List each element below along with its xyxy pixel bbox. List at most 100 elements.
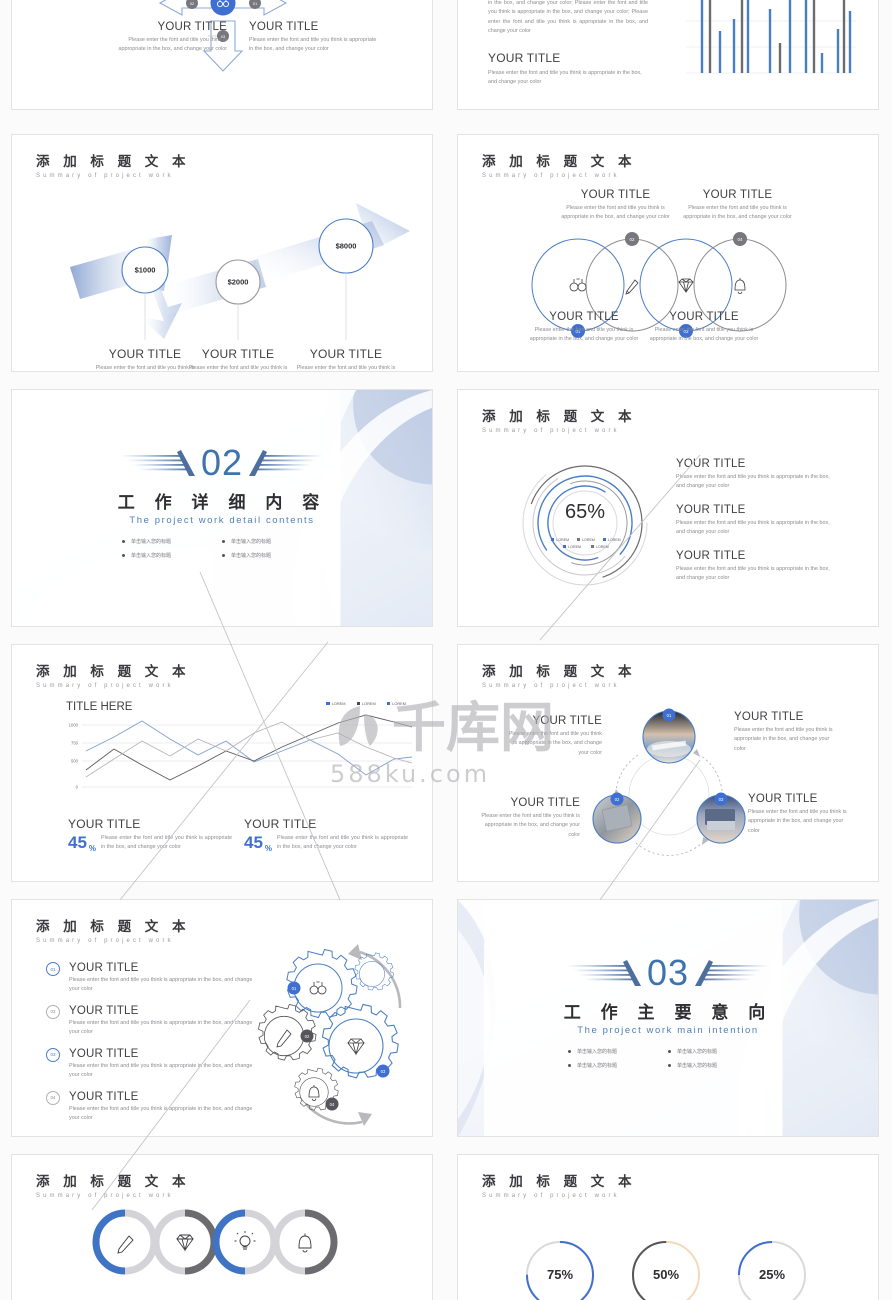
legend-item: LOREM bbox=[356, 701, 376, 706]
ring-bell bbox=[272, 1209, 338, 1275]
bullet-label: 单击输入您的标题 bbox=[131, 553, 172, 559]
circle-badge-04: 04 bbox=[733, 232, 747, 246]
slide-bar-chart[interactable]: in the box, and change your color; Pleas… bbox=[457, 0, 879, 110]
bullet-item: 单击输入您的标题 bbox=[568, 1062, 668, 1069]
list-number-badge: 03 bbox=[46, 1047, 60, 1062]
gear-badge-01: 01 bbox=[287, 981, 301, 995]
gear-list-item[interactable]: 01 YOUR TITLE Please enter the font and … bbox=[46, 962, 261, 995]
bullet-dot-icon bbox=[668, 1050, 671, 1053]
step-title-3: YOUR TITLE bbox=[309, 347, 383, 361]
legend-swatch bbox=[577, 538, 581, 541]
stat-value-2: 45 bbox=[244, 833, 263, 852]
line-chart: 1000 750 500 0 bbox=[69, 714, 413, 790]
legend-item: LOREM bbox=[602, 538, 621, 542]
slide-line-chart[interactable]: 添 加 标 题 文 本 Summary of project work TITL… bbox=[11, 644, 433, 882]
arrow-title-left: YOUR TITLE bbox=[157, 21, 227, 33]
slide-arrows-cross[interactable]: 02 01 03 YOUR TITLE Please enter the fon… bbox=[11, 0, 433, 110]
bullet-item: 单击输入您的标题 bbox=[222, 538, 322, 545]
bullet-item: 单击输入您的标题 bbox=[122, 538, 222, 545]
concentric-rings-chart: 65% bbox=[522, 460, 648, 586]
slide-header: 添 加 标 题 文 本 Summary of project work bbox=[36, 664, 190, 688]
overlap-body-4: Please enter the font and title you thin… bbox=[649, 327, 759, 343]
photo-body-3: Please enter the font and title you thin… bbox=[481, 813, 580, 838]
bullet-label: 单击输入您的标题 bbox=[577, 1049, 618, 1055]
arrow-body-left: Please enter the font and title you thin… bbox=[118, 37, 227, 53]
slide-gears[interactable]: 添 加 标 题 文 本 Summary of project work 01 Y… bbox=[11, 899, 433, 1137]
divider-content: 02 工 作 详 细 内 容 The project work detail c… bbox=[12, 442, 432, 559]
step-value-1: $1000 bbox=[135, 266, 156, 275]
gear-badge-02: 02 bbox=[300, 1029, 314, 1043]
step-value-3: $8000 bbox=[336, 242, 357, 251]
section-title-cn: 工 作 主 要 意 向 bbox=[563, 1003, 773, 1023]
photo-badge-03: 03 bbox=[714, 792, 728, 806]
svg-text:02: 02 bbox=[615, 797, 620, 802]
gear-item-title: YOUR TITLE bbox=[69, 1047, 139, 1060]
photo-title-1: YOUR TITLE bbox=[532, 715, 602, 727]
legend-item: LOREM bbox=[591, 545, 609, 549]
slide-step-arrow[interactable]: 添 加 标 题 文 本 Summary of project work $100… bbox=[11, 134, 433, 372]
donut-legend: LOREM LOREM LOREM LOREM LOREM bbox=[536, 538, 636, 549]
slide-donut-65[interactable]: 添 加 标 题 文 本 Summary of project work 65% … bbox=[457, 389, 879, 627]
chart-title: TITLE HERE bbox=[66, 701, 133, 713]
photo-title-2: YOUR TITLE bbox=[734, 711, 804, 723]
bullet-dot-icon bbox=[222, 540, 225, 543]
svg-text:01: 01 bbox=[253, 1, 258, 6]
section-number: 02 bbox=[200, 442, 244, 483]
gear-list-item[interactable]: 04 YOUR TITLE Please enter the font and … bbox=[46, 1090, 261, 1124]
slide-header: 添 加 标 题 文 本 Summary of project work bbox=[36, 919, 190, 943]
photo-body-4: Please enter the font and title you thin… bbox=[748, 809, 847, 834]
overlap-title-1: YOUR TITLE bbox=[580, 189, 651, 201]
slide-progress-rings[interactable]: 添 加 标 题 文 本 Summary of project work 75% … bbox=[457, 1154, 879, 1300]
overlap-body-1: Please enter the font and title you thin… bbox=[561, 205, 670, 221]
arrow-body-right: Please enter the font and title you thin… bbox=[249, 37, 377, 53]
stat-unit-1: % bbox=[88, 843, 97, 853]
progress-rings-chart: 75% 50% 25% bbox=[526, 1241, 806, 1300]
slide-title-cn: 添 加 标 题 文 本 bbox=[482, 409, 636, 425]
bullet-item: 单击输入您的标题 bbox=[668, 1048, 768, 1055]
gear-list-item[interactable]: 02 YOUR TITLE Please enter the font and … bbox=[46, 1004, 261, 1038]
donut-item-body-2: Please enter the font and title you thin… bbox=[676, 519, 830, 536]
overlap-title-2: YOUR TITLE bbox=[702, 189, 773, 201]
slide-photo-triangle[interactable]: 添 加 标 题 文 本 Summary of project work 01 0… bbox=[457, 644, 879, 882]
legend-item: LOREM bbox=[386, 701, 406, 706]
gear-item-title: YOUR TITLE bbox=[69, 962, 139, 974]
section-title-en: The project work main intention bbox=[577, 1025, 759, 1036]
legend-swatch bbox=[591, 545, 594, 548]
ascending-arrow-graphic: $1000 $2000 $8000 bbox=[70, 203, 410, 340]
svg-text:1000: 1000 bbox=[69, 723, 79, 728]
slide-header: 添 加 标 题 文 本 Summary of project work bbox=[482, 154, 636, 178]
legend-swatch bbox=[386, 701, 391, 705]
slide-section-02[interactable]: 02 工 作 详 细 内 容 The project work detail c… bbox=[11, 389, 433, 627]
overlap-body-3: Please enter the font and title you thin… bbox=[529, 327, 639, 343]
bullet-item: 单击输入您的标题 bbox=[222, 552, 322, 559]
bullet-dot-icon bbox=[122, 540, 125, 543]
gear-list-item[interactable]: 03 YOUR TITLE Please enter the font and … bbox=[46, 1047, 261, 1081]
legend-swatch bbox=[551, 538, 555, 541]
circle-badge-02: 02 bbox=[625, 232, 639, 246]
svg-text:04: 04 bbox=[738, 237, 743, 242]
legend-item: LOREM bbox=[563, 545, 581, 549]
slide-title-cn: 添 加 标 题 文 本 bbox=[36, 919, 190, 935]
svg-text:01: 01 bbox=[292, 986, 297, 991]
slide-section-03[interactable]: 03 工 作 主 要 意 向 The project work main int… bbox=[457, 899, 879, 1137]
legend-item: LOREM bbox=[577, 538, 595, 542]
gear-item-body: Please enter the font and title you thin… bbox=[69, 1062, 253, 1079]
bullet-dot-icon bbox=[568, 1050, 571, 1053]
slide-title-en: Summary of project work bbox=[482, 1192, 620, 1199]
slide-title-en: Summary of project work bbox=[482, 682, 620, 689]
section-number: 03 bbox=[646, 952, 690, 993]
donut-item-body-3: Please enter the font and title you thin… bbox=[676, 565, 830, 582]
legend-item: LOREM bbox=[326, 701, 346, 706]
interlocking-rings-graphic bbox=[92, 1209, 338, 1275]
slide-overlap-circles[interactable]: 添 加 标 题 文 本 Summary of project work 01 0… bbox=[457, 134, 879, 372]
divider-content: 03 工 作 主 要 意 向 The project work main int… bbox=[458, 952, 878, 1069]
right-wing-icon bbox=[249, 450, 324, 476]
svg-text:500: 500 bbox=[71, 759, 79, 764]
gear-item-title: YOUR TITLE bbox=[69, 1004, 139, 1017]
bullet-dot-icon bbox=[122, 554, 125, 557]
gear-badge-03: 03 bbox=[376, 1064, 390, 1078]
slide-chain-rings[interactable]: 添 加 标 题 文 本 Summary of project work bbox=[11, 1154, 433, 1300]
svg-text:04: 04 bbox=[330, 1102, 335, 1107]
ring-label-3: 25% bbox=[759, 1267, 785, 1282]
legend-swatch bbox=[602, 538, 606, 541]
